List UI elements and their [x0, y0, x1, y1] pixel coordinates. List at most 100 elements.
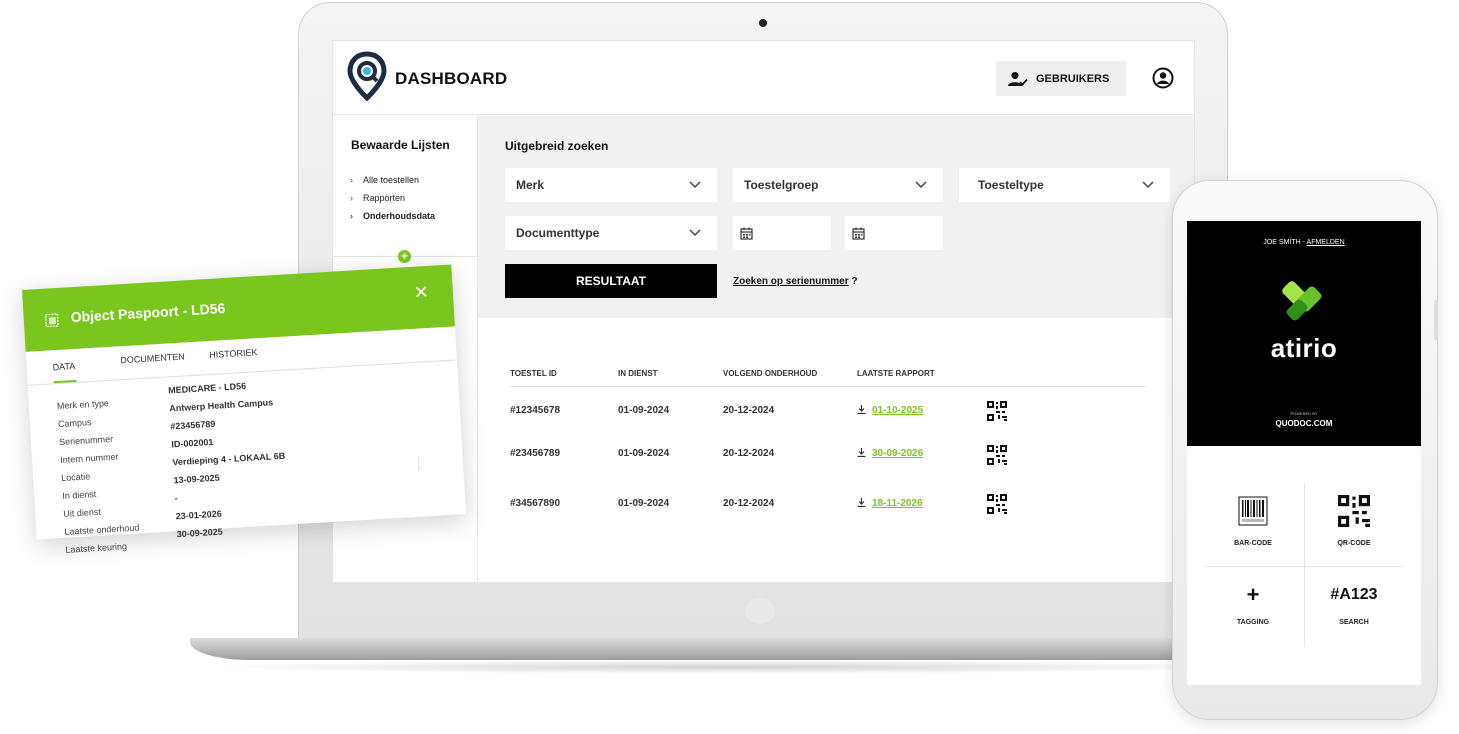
qr-code-icon[interactable] — [987, 401, 1007, 421]
tab-documenten[interactable]: DOCUMENTEN — [120, 351, 185, 365]
field-label: Campus — [57, 417, 92, 430]
cell-toestel-id: #12345678 — [510, 405, 561, 416]
field-label: Merk en type — [56, 398, 110, 412]
date-from-input[interactable] — [733, 216, 831, 250]
barcode-tile[interactable]: BAR-CODE — [1203, 495, 1303, 547]
close-icon[interactable]: ✕ — [413, 282, 429, 304]
field-label: Laatste keuring — [65, 541, 128, 555]
column-header-toestel-id: TOESTEL ID — [510, 369, 557, 378]
plus-icon: + — [1246, 582, 1260, 607]
sidebar-item-label: Onderhoudsdata — [363, 211, 436, 221]
laptop-shadow — [200, 660, 1260, 674]
qr-code-icon — [1338, 495, 1370, 527]
location-pin-logo-icon — [347, 51, 387, 101]
field-label: Laatste onderhoud — [64, 522, 140, 537]
tile-label: BAR-CODE — [1234, 540, 1272, 547]
qr-code-icon[interactable] — [987, 494, 1007, 514]
search-title: Uitgebreid zoeken — [505, 139, 609, 153]
cell-volgend-onderhoud: 20-12-2024 — [723, 498, 775, 509]
field-label: Serienummer — [58, 433, 114, 448]
object-passport-card: Object Paspoort - LD56 ✕ DATA DOCUMENTEN… — [22, 264, 467, 555]
cell-volgend-onderhoud: 20-12-2024 — [723, 448, 775, 459]
tile-label: QR-CODE — [1337, 540, 1371, 547]
serial-search-suffix: ? — [848, 276, 858, 287]
laptop-base — [190, 638, 1270, 660]
download-icon — [857, 405, 866, 414]
search-code: #A123 — [1330, 586, 1378, 603]
column-header-in-dienst: IN DIENST — [618, 369, 658, 378]
chevron-down-icon — [689, 181, 701, 189]
report-link[interactable]: 18-11-2026 — [872, 498, 923, 509]
phone-brand: atirio — [1270, 333, 1338, 363]
field-label: Uit dienst — [63, 506, 102, 519]
laptop-camera — [759, 19, 767, 27]
chevron-right-icon: › — [350, 193, 353, 203]
field-label: Locatie — [60, 471, 91, 483]
tagging-tile[interactable]: + TAGGING — [1203, 579, 1303, 626]
page-title: DASHBOARD — [395, 69, 508, 88]
field-label: Intern nummer — [59, 451, 119, 466]
sidebar-item-alle-toestellen[interactable]: › Alle toestellen — [350, 171, 435, 189]
sidebar-item-onderhoudsdata[interactable]: › Onderhoudsdata — [350, 207, 435, 225]
toesteltype-dropdown[interactable]: Toesteltype — [959, 168, 1170, 202]
user-check-icon — [1008, 71, 1028, 86]
tab-historiek[interactable]: HISTORIEK — [209, 347, 258, 360]
barcode-icon — [1238, 496, 1268, 526]
app-header: DASHBOARD GEBRUIKERS — [333, 41, 1194, 115]
users-button[interactable]: GEBRUIKERS — [996, 61, 1126, 96]
document-icon — [44, 313, 59, 328]
field-value: - — [174, 493, 178, 504]
quodoc-label: QUODOC.COM — [1275, 419, 1333, 428]
field-value: ID-002001 — [171, 436, 214, 450]
field-value: #23456789 — [170, 418, 216, 432]
merk-dropdown[interactable]: Merk — [505, 168, 717, 202]
phone-screen: JOE SMITH - AFMELDEN atirio POWERED BY Q… — [1187, 221, 1421, 685]
report-link[interactable]: 01-10-2025 — [872, 405, 923, 416]
chevron-down-icon — [915, 181, 927, 189]
advanced-search-panel: Uitgebreid zoeken Merk Toestelgroep Toes… — [478, 116, 1194, 318]
sidebar-item-label: Alle toestellen — [363, 175, 420, 185]
add-list-button[interactable]: + — [398, 250, 411, 263]
calendar-icon — [852, 227, 865, 240]
field-value: 30-09-2025 — [176, 526, 224, 540]
date-to-input[interactable] — [845, 216, 943, 250]
field-value: 23-01-2026 — [175, 508, 222, 522]
qr-code-tile[interactable]: QR-CODE — [1304, 495, 1404, 547]
tile-divider-horizontal — [1205, 566, 1403, 567]
chevron-down-icon — [689, 229, 701, 237]
phone-user-bar: JOE SMITH - AFMELDEN — [1187, 239, 1421, 246]
scrollbar[interactable] — [417, 456, 420, 471]
sidebar-item-rapporten[interactable]: › Rapporten — [350, 189, 435, 207]
tile-label: TAGGING — [1236, 619, 1270, 626]
documenttype-dropdown[interactable]: Documenttype — [505, 216, 717, 250]
column-header-volgend-onderhoud: VOLGEND ONDERHOUD — [723, 369, 818, 378]
field-label: In dienst — [61, 488, 97, 501]
search-tile[interactable]: #A123 SEARCH — [1304, 579, 1404, 626]
dropdown-label: Documenttype — [516, 226, 600, 240]
download-icon — [857, 448, 866, 457]
calendar-icon — [740, 227, 753, 240]
table-divider — [510, 386, 1146, 387]
chevron-down-icon — [1142, 181, 1154, 189]
qr-code-icon[interactable] — [987, 445, 1007, 465]
logout-link[interactable]: AFMELDEN — [1307, 239, 1345, 246]
dropdown-label: Toestelgroep — [744, 178, 819, 192]
cell-volgend-onderhoud: 20-12-2024 — [723, 405, 775, 416]
serial-search-link[interactable]: Zoeken op serienummer — [733, 276, 849, 287]
toestelgroep-dropdown[interactable]: Toestelgroep — [733, 168, 943, 202]
download-icon — [857, 498, 866, 507]
cell-laatste-rapport: 30-09-2026 — [857, 448, 923, 459]
field-value: Verdieping 4 - LOKAAL 6B — [172, 450, 286, 468]
dropdown-label: Merk — [516, 178, 545, 192]
tab-data[interactable]: DATA — [52, 360, 77, 384]
powered-by: POWERED BY — [1290, 411, 1318, 416]
cell-toestel-id: #34567890 — [510, 498, 561, 509]
sidebar-title: Bewaarde Lijsten — [351, 138, 450, 152]
report-link[interactable]: 30-09-2026 — [872, 448, 923, 459]
cell-laatste-rapport: 18-11-2026 — [857, 498, 923, 509]
chevron-right-icon: › — [350, 175, 353, 185]
sidebar-item-label: Rapporten — [363, 193, 406, 203]
cell-in-dienst: 01-09-2024 — [618, 448, 670, 459]
result-button[interactable]: RESULTAAT — [505, 264, 717, 298]
user-profile-icon[interactable] — [1152, 67, 1174, 89]
